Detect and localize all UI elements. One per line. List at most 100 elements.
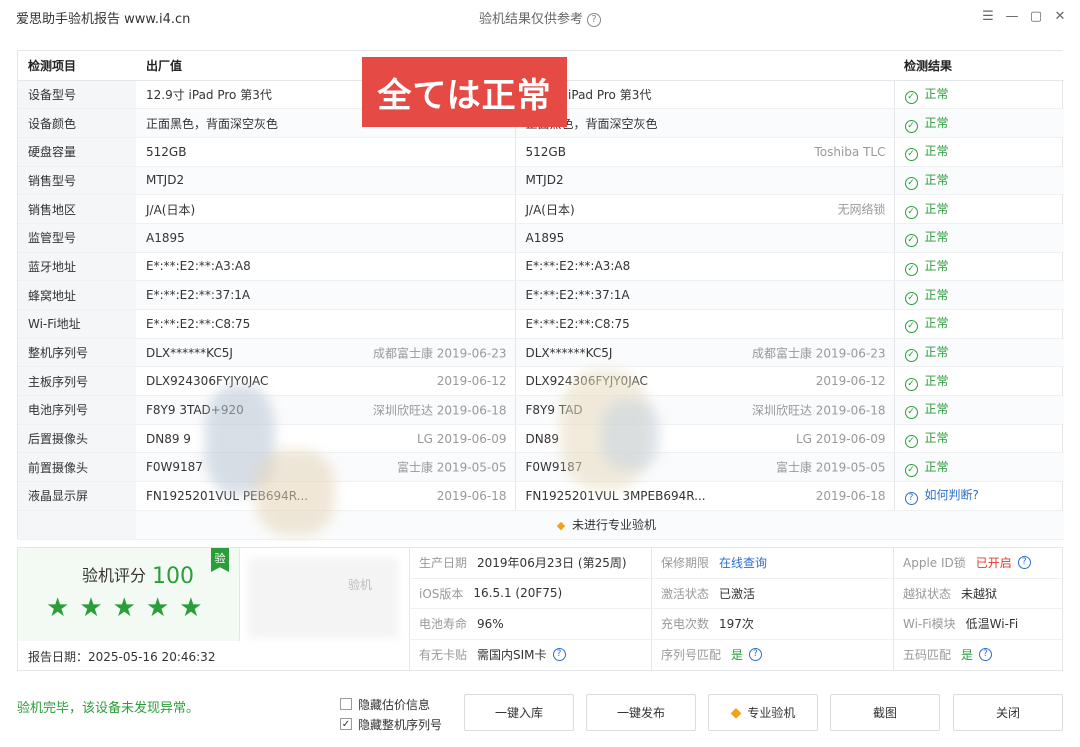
factory-value-text: 512GB [146,144,187,159]
table-footer: ◆ 未进行专业验机 [18,510,1064,540]
publish-button[interactable]: 一键发布 [586,694,696,731]
factory-value-text: E*:**:E2:**:37:1A [146,288,251,303]
star-icon: ★ [46,593,70,623]
result-ok: ✓ 正常 [904,374,949,391]
result-cell: ✓ 正常 [894,166,1064,196]
restore-icon[interactable]: ▢ [1026,6,1046,26]
title-bar: 爱思助手验机报告 www.i4.cn 验机结果仅供参考? ☰ — ▢ ✕ [0,0,1080,34]
item-name: 销售地区 [18,194,136,224]
hide-serial-checkbox[interactable]: ✓ 隐藏整机序列号 [340,714,442,734]
result-ok: ✓ 正常 [904,316,949,334]
factory-note: 深圳欣旺达 2019-06-18 [372,403,507,418]
table-row: 整机序列号 DLX******KC5J 成都富士康 2019-06-23 DLX***… [18,338,1064,368]
info-key: 充电次数 [661,617,710,632]
factory-value-text: 正面黑色，背面深空灰色 [146,116,279,131]
help-icon[interactable]: ? [1017,556,1031,570]
result-cell: ✓ 正常 [894,338,1064,368]
actual-value: E*:**:E2:**:C8:75 [515,309,895,339]
menu-icon[interactable]: ☰ [978,6,998,26]
help-icon[interactable]: ? [979,648,993,662]
info-cell: 激活状态 已激活 [651,578,893,609]
actual-note: LG 2019-06-09 [795,431,886,446]
result-cell: ✓ 正常 [894,366,1064,397]
factory-value-text: 12.9寸 iPad Pro 第3代 [146,87,272,102]
table-row: 销售地区 J/A(日本) J/A(日本) 无网络锁 ✓ 正常 [18,194,1064,224]
info-key: 序列号匹配 [661,648,722,663]
actual-value: A1895 [515,223,895,253]
table-row: 主板序列号DLX924306FYJY0JAC2019-06-12DLX92430… [18,366,1064,397]
hide-valuation-checkbox[interactable]: 隐藏估价信息 [340,694,442,714]
actual-value: J/A(日本) 无网络锁 [515,194,895,224]
info-value: 需国内SIM卡 [477,648,547,663]
item-name: 后置摄像头 [18,424,136,454]
info-value: 未越狱 [961,586,998,601]
pro-inspection-button[interactable]: ◆ 专业验机 [708,694,818,731]
item-name: 设备颜色 [18,108,136,138]
minimize-icon[interactable]: — [1002,6,1022,26]
info-value[interactable]: 在线查询 [719,554,767,571]
factory-value-text: DLX******KC5J [146,345,233,360]
result-text: 正常 [924,431,949,446]
import-button[interactable]: 一键入库 [464,694,574,731]
actual-value: E*:**:E2:**:A3:A8 [515,252,895,282]
item-name: Wi-Fi地址 [18,309,136,339]
result-cell: ✓ 正常 [894,424,1064,454]
checkbox-unchecked-icon[interactable] [340,698,352,710]
factory-value: E*:**:E2:**:A3:A8 [136,252,516,282]
verified-badge: 验 [211,548,229,572]
info-key: iOS版本 [419,586,464,601]
result-text: 正常 [924,459,949,474]
check-circle-icon: ✓ [904,262,918,276]
result-text[interactable]: 如何判断? [925,488,979,502]
actual-value-text: 512GB [525,144,566,159]
result-cell: ✓ 正常 [894,280,1064,310]
result-cell: ✓ 正常 [894,223,1064,253]
info-key: Wi-Fi模块 [903,617,956,632]
result-cell: ✓ 正常 [894,137,1064,167]
score-label: 验机评分 [82,566,147,585]
actual-value-text: E*:**:E2:**:A3:A8 [525,259,631,274]
item-name: 硬盘容量 [18,137,136,167]
factory-note: 2019-06-18 [436,488,507,503]
result-cell: ✓ 正常 [894,252,1064,282]
actual-note: 深圳欣旺达 2019-06-18 [751,403,886,418]
info-value: 已开启 [975,556,1012,571]
help-icon: ? [904,492,918,506]
close-icon[interactable]: ✕ [1050,6,1070,26]
actual-value: E*:**:E2:**:37:1A [515,280,895,310]
item-name: 电池序列号 [18,395,136,425]
close-button[interactable]: 关闭 [953,694,1063,731]
item-name: 整机序列号 [18,338,136,368]
actual-value-text: E*:**:E2:**:C8:75 [525,316,630,331]
item-name: 蓝牙地址 [18,252,136,282]
info-key: 生产日期 [419,556,468,571]
result-text: 正常 [924,230,949,245]
check-circle-icon: ✓ [904,205,918,219]
help-icon[interactable]: ? [749,648,763,662]
result-cell[interactable]: ? 如何判断? [894,481,1064,511]
item-name: 前置摄像头 [18,452,136,483]
screenshot-button[interactable]: 截图 [830,694,940,731]
check-circle-icon: ✓ [904,435,918,449]
result-cell: ✓ 正常 [894,395,1064,425]
result-ok: ✓ 正常 [904,431,949,449]
info-cell: Apple ID锁 已开启? [893,548,1062,579]
factory-note: LG 2019-06-09 [416,431,507,446]
result-ok: ✓ 正常 [904,259,949,276]
help-icon[interactable]: ? [587,13,601,27]
table-row: 销售型号 MTJD2 MTJD2 ✓ 正常 [18,166,1064,196]
checkbox-checked-icon[interactable]: ✓ [340,718,352,730]
how-to-judge-link[interactable]: ? 如何判断? [904,488,979,506]
redacted-area [248,558,398,638]
info-key: 越狱状态 [903,586,952,601]
device-info-grid: 生产日期 2019年06月23日 (第25周) 保修期限 在线查询 Apple ID锁已… [409,548,1062,670]
factory-value: MTJD2 [136,166,516,196]
help-icon[interactable]: ? [552,648,566,662]
result-ok: ✓ 正常 [904,288,949,305]
actual-note: 无网络锁 [837,202,886,217]
actual-value: DLX******KC5J 成都富士康 2019-06-23 [515,338,895,368]
factory-value-text: E*:**:E2:**:C8:75 [146,316,251,331]
info-cell: 电池寿命 96% [409,609,651,640]
info-key: 有无卡贴 [419,648,468,663]
result-text: 正常 [924,115,949,130]
